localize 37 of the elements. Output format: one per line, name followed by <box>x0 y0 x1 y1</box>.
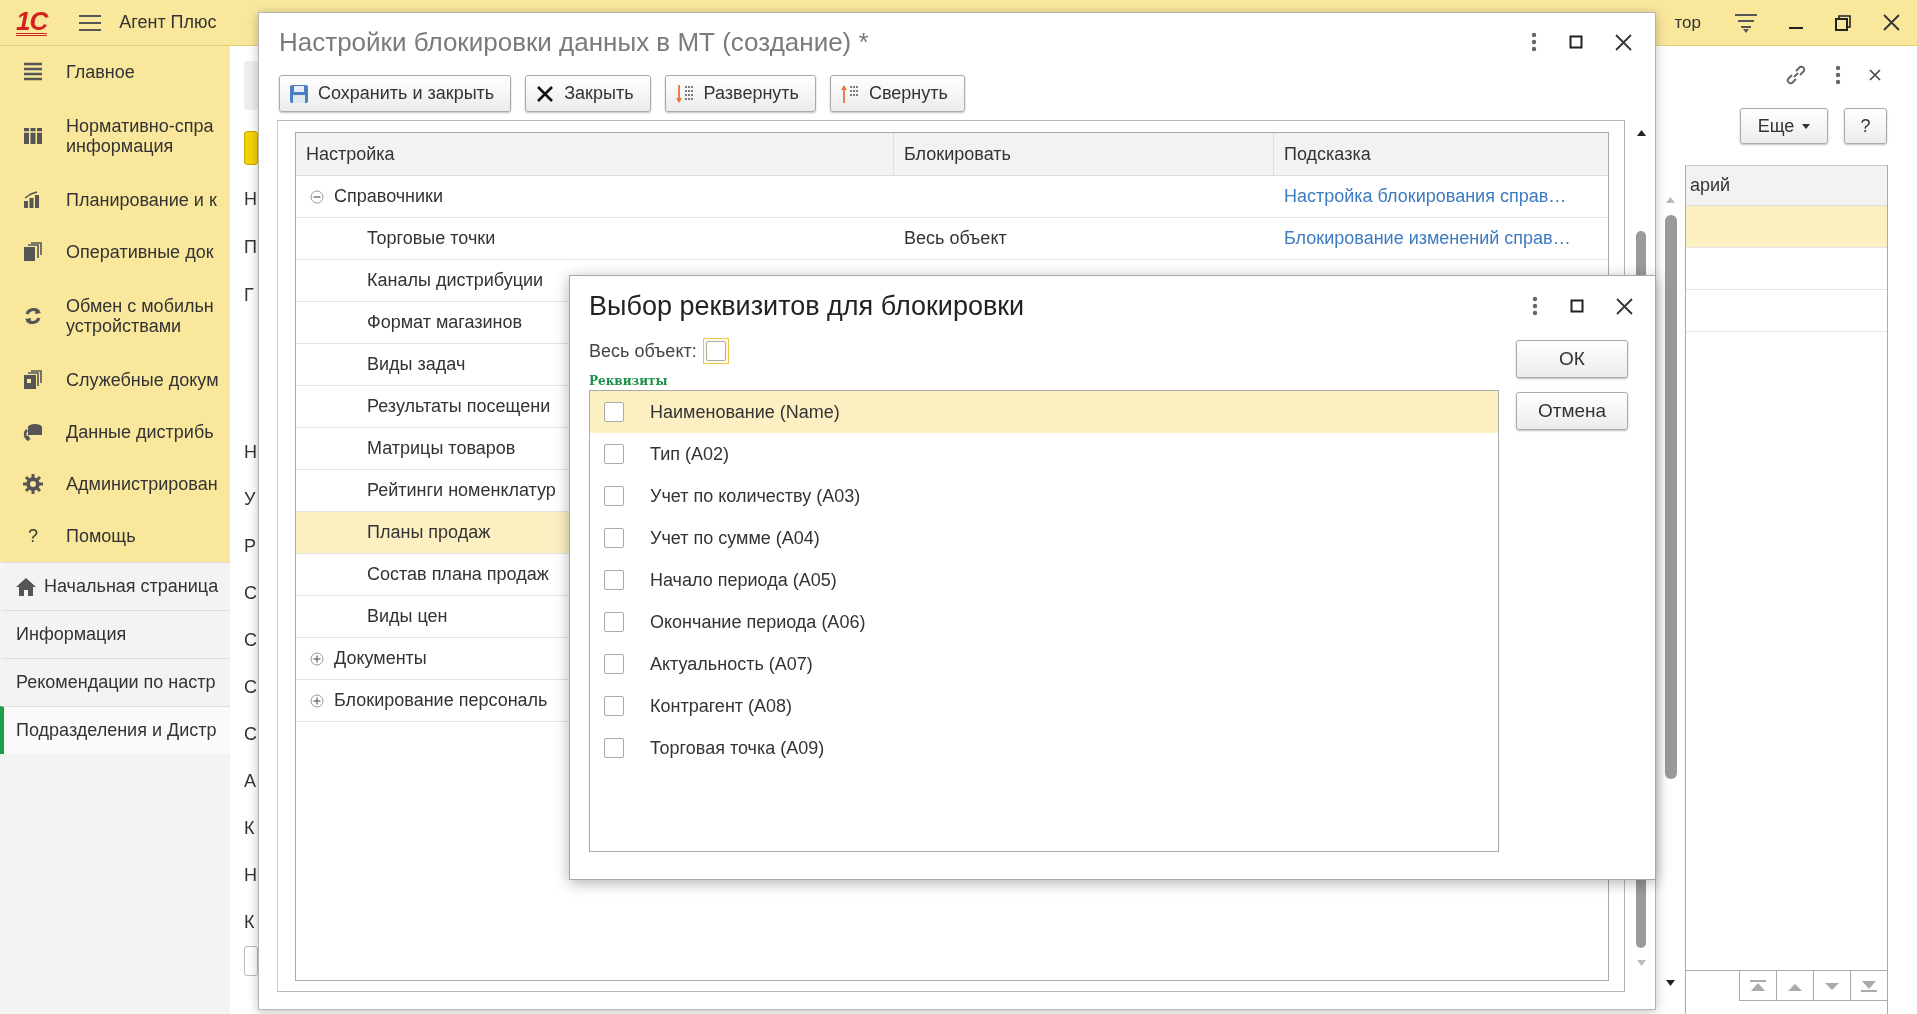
attribute-label: Учет по сумме (A04) <box>650 527 820 549</box>
app-title: Агент Плюс <box>119 12 217 33</box>
table-cell: Планы продаж <box>367 522 491 543</box>
field-label: Н <box>244 188 258 211</box>
attribute-label: Торговая точка (A09) <box>650 737 825 759</box>
table-cell: Каналы дистрибуции <box>367 270 544 291</box>
field-label: Г <box>244 284 255 307</box>
field-label: У <box>244 488 257 511</box>
field-label: С <box>244 676 258 699</box>
field-label: Весь объект: <box>589 340 697 362</box>
attribute-label: Тип (A02) <box>650 443 730 465</box>
field-label: П <box>244 236 258 259</box>
field-label: А <box>244 770 257 793</box>
field-label: К <box>244 911 256 934</box>
table-cell: Справочники <box>334 186 444 207</box>
group-title: Реквизиты <box>589 374 669 390</box>
table-cell: Торговые точки <box>367 228 496 249</box>
field-label: С <box>244 629 258 652</box>
field-label: С <box>244 723 258 746</box>
dialog-title: Выбор реквизитов для блокировки <box>589 290 1026 322</box>
attribute-label: Окончание периода (A06) <box>650 611 866 633</box>
field-label: Н <box>244 441 258 464</box>
attribute-label: Контрагент (A08) <box>650 695 793 717</box>
logo: 1С <box>16 9 48 36</box>
field-label: С <box>244 582 258 605</box>
table-cell: Документы <box>334 648 427 669</box>
field-label: Р <box>244 535 257 558</box>
table-cell: Блокирование персональ <box>334 690 548 711</box>
attribute-label: Учет по количеству (A03) <box>650 485 861 507</box>
window-title: Настройки блокировки данных в МТ (создание) * <box>279 26 870 58</box>
field-label: К <box>244 817 256 840</box>
attribute-label: Наименование (Name) <box>650 401 840 423</box>
attribute-label: Актуальность (A07) <box>650 653 813 675</box>
attribute-label: Начало периода (A05) <box>650 569 837 591</box>
help-icon: ? <box>28 525 38 547</box>
table-cell: Весь объект <box>904 228 1007 249</box>
field-label: Н <box>244 864 258 887</box>
